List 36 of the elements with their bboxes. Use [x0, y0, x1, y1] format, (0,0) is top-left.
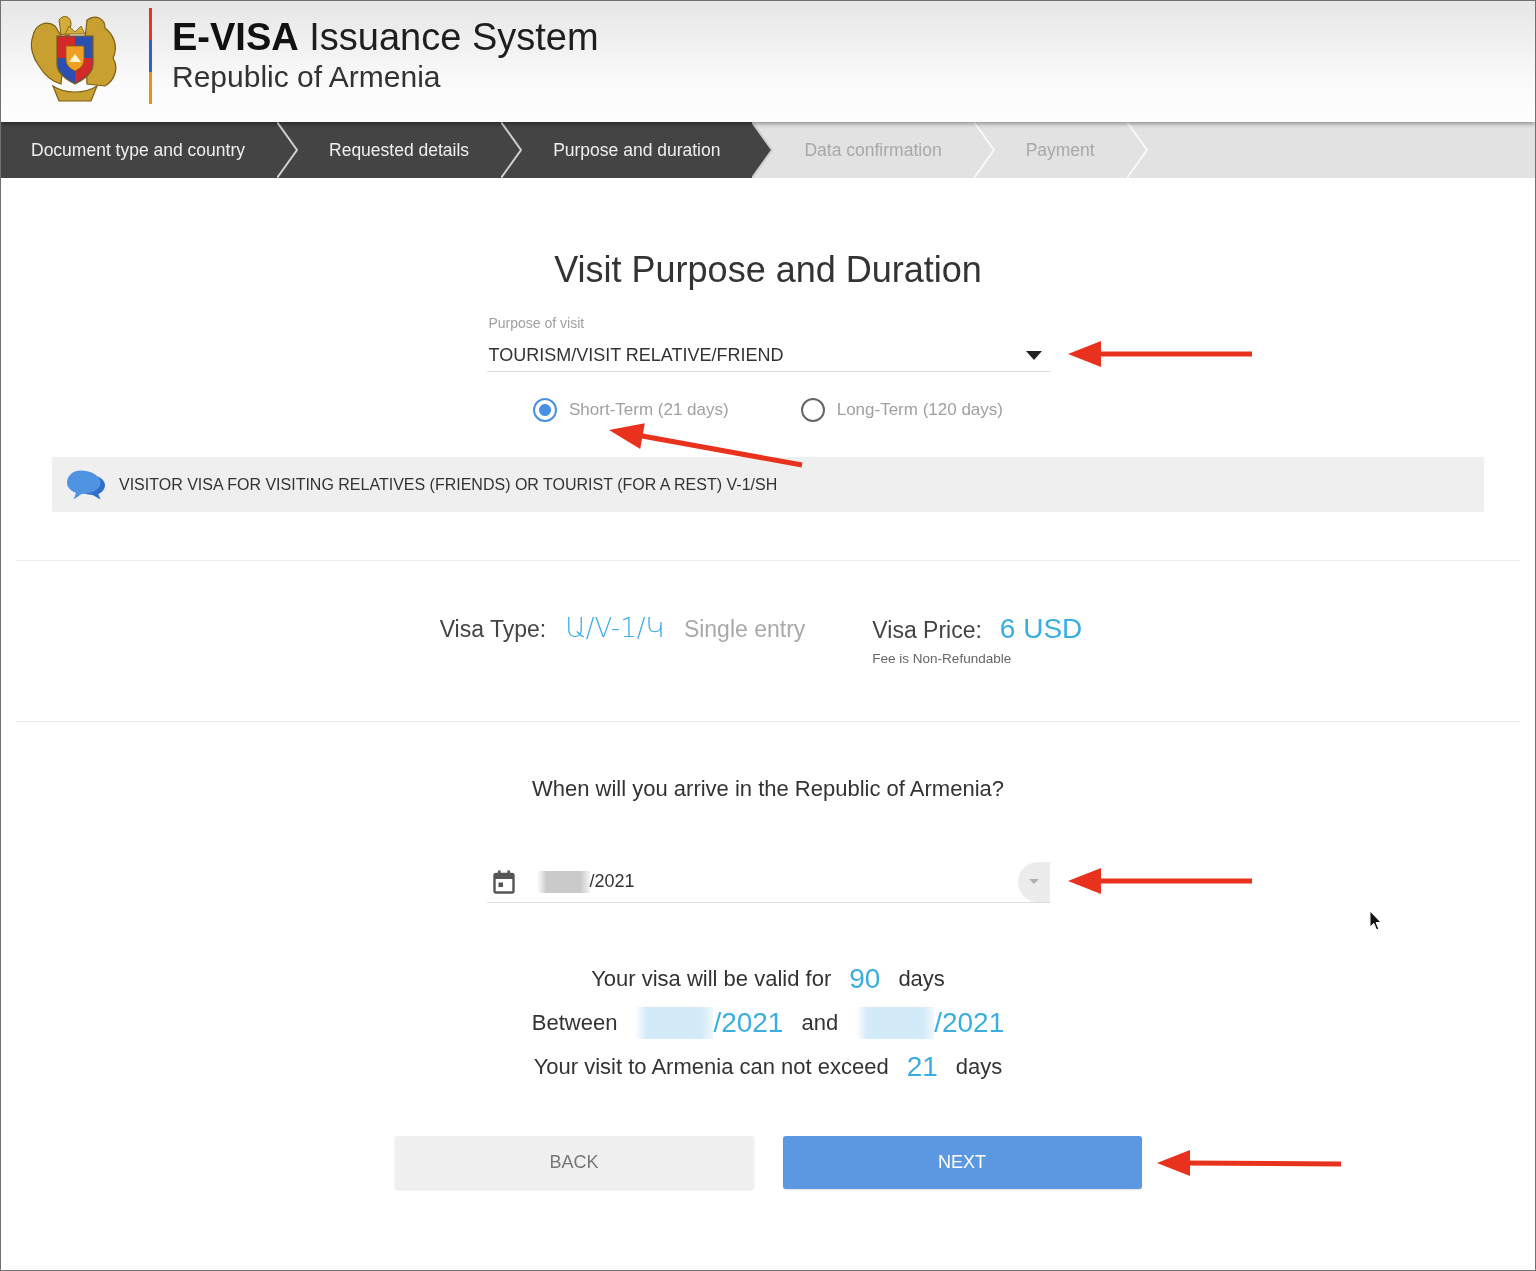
- arrival-question: When will you arrive in the Republic of Armenia?: [532, 775, 1004, 803]
- calendar-icon: [492, 869, 515, 894]
- wizard-step[interactable]: Document type and country: [1, 122, 299, 178]
- arrival-date-field[interactable]: /2021: [486, 861, 1050, 903]
- mouse-cursor-icon: [1369, 910, 1382, 931]
- dropdown-button[interactable]: [1017, 861, 1050, 902]
- wizard-step[interactable]: Purpose and duration: [523, 122, 775, 178]
- visa-price-label: Visa Price:: [872, 617, 982, 644]
- term-radio-option[interactable]: Short-Term (21 days): [533, 398, 729, 422]
- visa-type-code: Ա/V-1/Կ: [565, 613, 665, 643]
- visa-entry-type: Single entry: [683, 616, 806, 643]
- caret-icon: [1025, 350, 1042, 360]
- fee-note: Fee is Non-Refundable: [872, 651, 1012, 666]
- validity-text: and: [801, 1010, 839, 1036]
- page-title: Visit Purpose and Duration: [553, 248, 983, 292]
- validity-text: days: [955, 1054, 1003, 1080]
- secondary-button[interactable]: BACK: [394, 1136, 754, 1189]
- validity-date: /2021: [713, 1007, 784, 1039]
- validity-value: 90: [849, 963, 881, 995]
- purpose-select[interactable]: Purpose of visit TOURISM/VISIT RELATIVE/FRIEND: [486, 314, 1050, 372]
- validity-text: Your visit to Armenia can not exceed: [533, 1054, 889, 1080]
- site-title: E-VISA Issuance System: [172, 15, 599, 59]
- visa-type-label: Visa Type:: [439, 616, 547, 643]
- validity-text: Between: [531, 1010, 618, 1036]
- validity-date: /2021: [934, 1007, 1005, 1039]
- caret-icon: [1028, 879, 1039, 884]
- primary-button[interactable]: NEXT: [782, 1136, 1142, 1189]
- visa-price-amount: 6 USD: [999, 613, 1083, 645]
- visa-category-text: VISITOR VISA FOR VISITING RELATIVES (FRIENDS) OR TOURIST (FOR A REST) V-1/SH: [119, 475, 778, 494]
- wizard-step[interactable]: Requested details: [299, 122, 524, 178]
- validity-value: 21: [906, 1051, 938, 1083]
- chat-bubbles-icon: [67, 469, 105, 500]
- site-subtitle: Republic of Armenia: [172, 59, 442, 95]
- validity-text: days: [898, 966, 945, 992]
- term-radio-option[interactable]: Long-Term (120 days): [800, 398, 1003, 422]
- validity-text: Your visa will be valid for: [591, 966, 832, 992]
